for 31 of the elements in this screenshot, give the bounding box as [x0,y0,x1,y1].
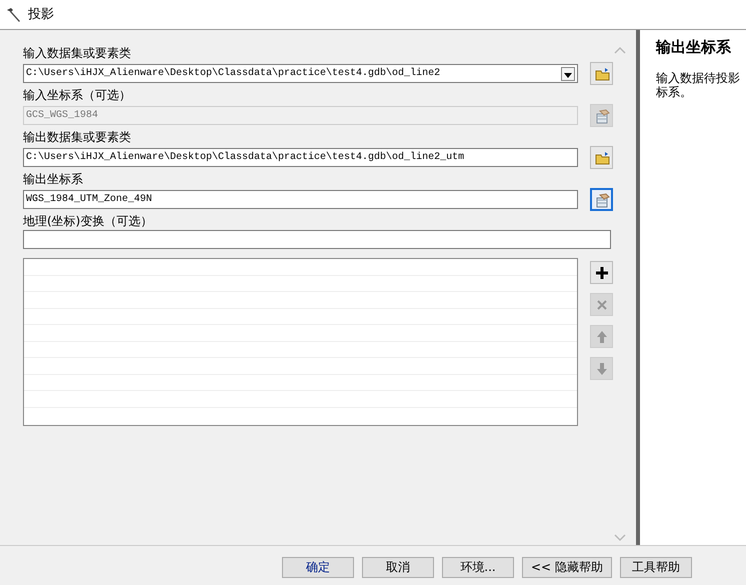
document-icon [594,108,610,124]
plus-icon [594,264,610,280]
browse-button[interactable] [590,146,613,169]
dialog-button[interactable]: 环境... [442,557,514,578]
hammer-icon [6,6,22,22]
scroll-up-icon[interactable] [614,46,626,54]
dialog-button[interactable]: 确定 [282,557,354,578]
input-field[interactable]: C:\Users\iHJX_Alienware\Desktop\Classdata\practice\test4.gdb\od_line2_utm [23,148,578,167]
dropdown-button[interactable] [561,66,575,80]
field-label: 输出坐标系 [23,172,84,186]
input-field[interactable] [23,230,611,249]
field-label: 输入坐标系（可选） [23,88,132,102]
dialog-button[interactable]: 工具帮助 [620,557,692,578]
folder-icon [594,150,610,166]
field-label: 输出数据集或要素类 [23,130,132,144]
help-text: 输入数据待投影 标系。 [656,70,741,98]
scroll-down-icon[interactable] [614,534,626,542]
coordinate-system-button[interactable] [590,188,613,211]
add-button[interactable] [590,261,613,284]
dialog-button[interactable]: << 隐藏帮助 [522,557,612,578]
window-title: 投影 [28,6,54,24]
dialog-button[interactable]: 取消 [362,557,434,578]
field-label: 地理(坐标)变换（可选） [23,214,154,228]
dropdown-field[interactable]: C:\Users\iHJX_Alienware\Desktop\Classdata\practice\test4.gdb\od_line2 [23,64,578,83]
document-icon [594,192,610,208]
browse-button[interactable] [590,62,613,85]
caret-icon [564,73,572,78]
help-title: 输出坐标系 [656,37,732,58]
folder-icon [594,66,610,82]
input-field[interactable]: WGS_1984_UTM_Zone_49N [23,190,578,209]
field-label: 输入数据集或要素类 [23,46,132,60]
